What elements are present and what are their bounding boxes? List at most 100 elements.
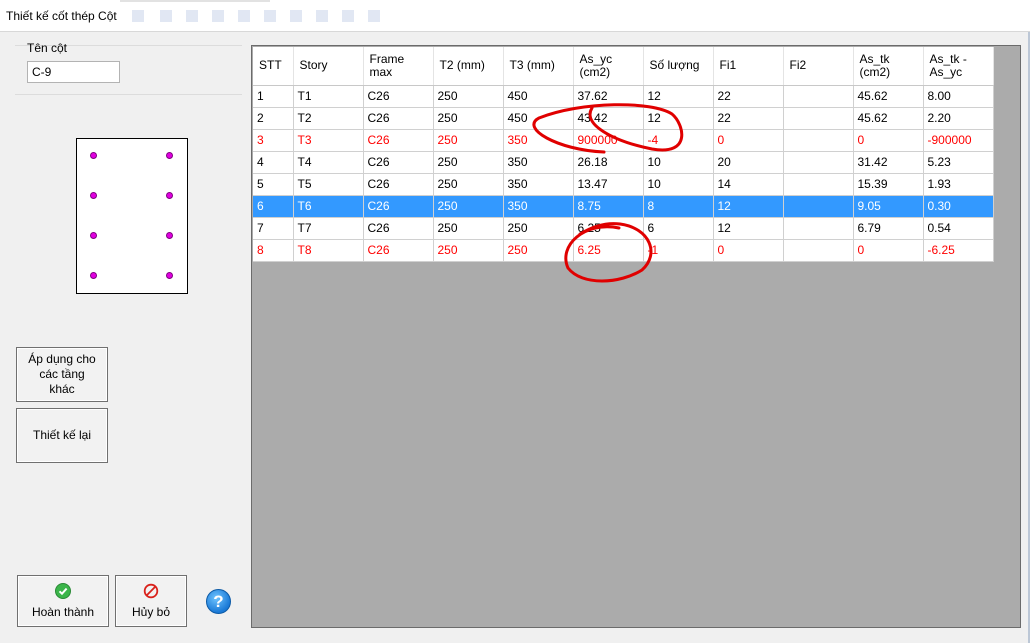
table-cell[interactable] [783,107,854,130]
table-cell[interactable]: 450 [503,85,574,108]
table-cell[interactable]: 250 [433,129,504,152]
table-cell[interactable] [783,85,854,108]
table-cell[interactable]: 250 [503,217,574,240]
table-row[interactable]: 2 T2 C26 250 450 43.42 12 22 45.62 2.20 [253,107,994,130]
table-cell[interactable]: 250 [433,239,504,262]
table-cell[interactable]: 2 [253,107,294,130]
table-cell[interactable]: 8.00 [923,85,994,108]
column-header[interactable]: Fi1 [713,47,784,86]
column-header[interactable]: As_tk - As_yc [923,47,994,86]
table-cell[interactable]: T1 [293,85,364,108]
table-cell[interactable]: 0 [853,129,924,152]
table-cell[interactable]: 250 [503,239,574,262]
table-cell[interactable]: 9.05 [853,195,924,218]
table-cell[interactable]: 37.62 [573,85,644,108]
table-cell[interactable]: 0 [713,239,784,262]
table-cell[interactable] [783,217,854,240]
table-cell[interactable]: -900000 [923,129,994,152]
table-cell[interactable] [783,173,854,196]
table-cell[interactable]: C26 [363,151,434,174]
table-cell[interactable]: T4 [293,151,364,174]
table-cell[interactable]: 45.62 [853,107,924,130]
table-cell[interactable]: T6 [293,195,364,218]
table-cell[interactable]: 6.25 [573,217,644,240]
table-cell[interactable]: 43.42 [573,107,644,130]
table-cell[interactable]: 22 [713,85,784,108]
table-cell[interactable]: 26.18 [573,151,644,174]
done-button[interactable]: Hoàn thành [17,575,109,627]
table-cell[interactable]: T7 [293,217,364,240]
column-header[interactable]: Fi2 [783,47,854,86]
table-row[interactable]: 5 T5 C26 250 350 13.47 10 14 15.39 1.93 [253,173,994,196]
table-cell[interactable]: 6 [253,195,294,218]
table-cell[interactable]: 0 [713,129,784,152]
table-cell[interactable]: 250 [433,217,504,240]
table-cell[interactable]: 10 [643,151,714,174]
table-cell[interactable]: T3 [293,129,364,152]
table-cell[interactable]: 3 [253,129,294,152]
table-cell[interactable]: 22 [713,107,784,130]
table-cell[interactable]: 250 [433,85,504,108]
table-cell[interactable]: 12 [713,217,784,240]
table-cell[interactable]: -6.25 [923,239,994,262]
column-header[interactable]: T3 (mm) [503,47,574,86]
table-cell[interactable]: 5 [253,173,294,196]
table-cell[interactable]: 6.79 [853,217,924,240]
table-row[interactable]: 8 T8 C26 250 250 6.25 -1 0 0 -6.25 [253,239,994,262]
table-cell[interactable]: 1 [253,85,294,108]
table-cell[interactable]: 12 [713,195,784,218]
table-cell[interactable]: 4 [253,151,294,174]
table-cell[interactable] [783,129,854,152]
table-cell[interactable]: -1 [643,239,714,262]
table-row[interactable]: 3 T3 C26 250 350 900000 -4 0 0 -900000 [253,129,994,152]
table-cell[interactable]: 8 [643,195,714,218]
table-cell[interactable]: 12 [643,85,714,108]
table-cell[interactable]: 0.54 [923,217,994,240]
table-cell[interactable]: C26 [363,107,434,130]
table-cell[interactable]: 250 [433,151,504,174]
table-cell[interactable]: 20 [713,151,784,174]
table-cell[interactable]: 45.62 [853,85,924,108]
column-header[interactable]: As_yc (cm2) [573,47,644,86]
table-cell[interactable]: 900000 [573,129,644,152]
table-row[interactable]: 6 T6 C26 250 350 8.75 8 12 9.05 0.30 [253,195,994,218]
table-row[interactable]: 7 T7 C26 250 250 6.25 6 12 6.79 0.54 [253,217,994,240]
table-cell[interactable]: 2.20 [923,107,994,130]
table-row[interactable]: 4 T4 C26 250 350 26.18 10 20 31.42 5.23 [253,151,994,174]
table-cell[interactable]: 350 [503,195,574,218]
redesign-button[interactable]: Thiết kế lại [16,408,108,463]
column-header[interactable]: T2 (mm) [433,47,504,86]
table-cell[interactable]: C26 [363,173,434,196]
table-cell[interactable]: 5.23 [923,151,994,174]
help-icon[interactable]: ? [206,589,231,614]
table-cell[interactable]: 250 [433,173,504,196]
table-cell[interactable]: 14 [713,173,784,196]
apply-to-other-floors-button[interactable]: Áp dụng cho các tầng khác [16,347,108,402]
table-cell[interactable]: 15.39 [853,173,924,196]
table-cell[interactable]: 10 [643,173,714,196]
table-cell[interactable]: 13.47 [573,173,644,196]
table-cell[interactable]: 0.30 [923,195,994,218]
column-header[interactable]: Story [293,47,364,86]
table-cell[interactable]: 12 [643,107,714,130]
table-cell[interactable]: 0 [853,239,924,262]
column-header[interactable]: STT [253,47,294,86]
cancel-button[interactable]: Hủy bỏ [115,575,187,627]
table-cell[interactable]: 250 [433,195,504,218]
column-header[interactable]: Số lượng [643,47,714,86]
table-cell[interactable]: C26 [363,217,434,240]
table-cell[interactable]: 1.93 [923,173,994,196]
table-cell[interactable]: 350 [503,151,574,174]
table-cell[interactable]: C26 [363,239,434,262]
table-cell[interactable]: 31.42 [853,151,924,174]
table-cell[interactable]: T5 [293,173,364,196]
table-cell[interactable]: 250 [433,107,504,130]
column-header[interactable]: As_tk (cm2) [853,47,924,86]
column-header[interactable]: Frame max [363,47,434,86]
column-name-input[interactable] [27,61,120,83]
table-cell[interactable]: 350 [503,129,574,152]
rebar-grid[interactable]: STT Story Frame max T2 (mm) T3 (mm) As_y… [251,45,1021,628]
table-cell[interactable]: 8.75 [573,195,644,218]
table-cell[interactable] [783,195,854,218]
table-cell[interactable]: 350 [503,173,574,196]
